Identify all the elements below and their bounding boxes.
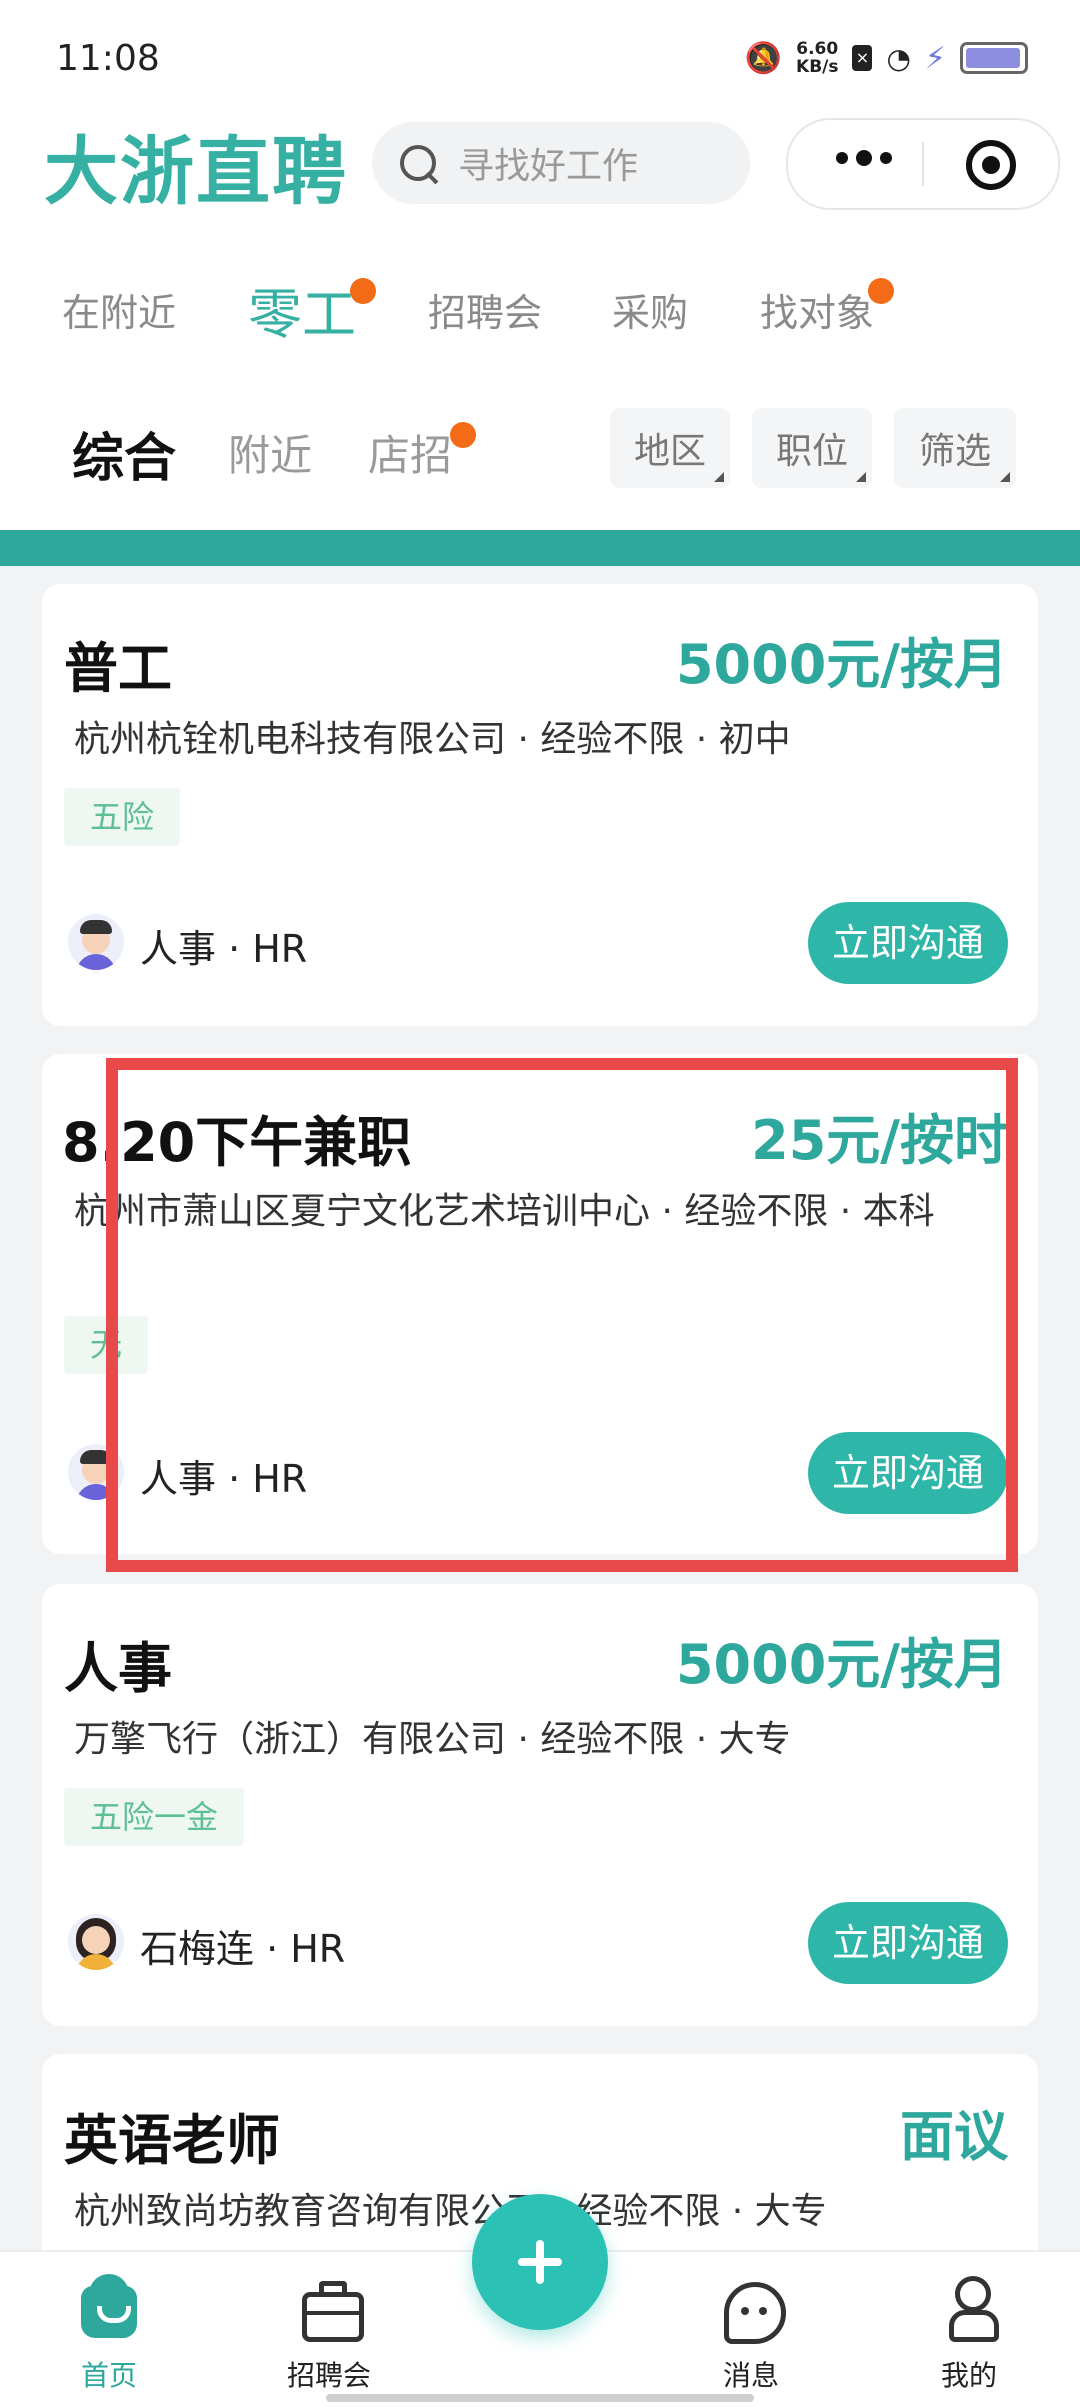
close-target-icon[interactable] bbox=[966, 140, 1016, 190]
miniprogram-capsule bbox=[786, 118, 1060, 210]
subtab-overall[interactable]: 综合 bbox=[72, 416, 176, 491]
nav-label: 我的 bbox=[940, 2359, 997, 2392]
job-card[interactable]: 人事 5000元/按月 万擎飞行（浙江）有限公司 · 经验不限 · 大专 五险一… bbox=[42, 1584, 1038, 2026]
subtab-store[interactable]: 店招 bbox=[368, 422, 452, 483]
more-icon[interactable] bbox=[836, 150, 892, 166]
job-card[interactable]: 普工 5000元/按月 杭州杭铨机电科技有限公司 · 经验不限 · 初中 五险 … bbox=[42, 584, 1038, 1026]
search-input[interactable]: 寻找好工作 bbox=[372, 122, 750, 204]
notification-dot bbox=[350, 278, 376, 304]
message-icon bbox=[724, 2282, 786, 2344]
tab-nearby-area[interactable]: 在附近 bbox=[62, 282, 176, 337]
search-icon bbox=[400, 145, 436, 181]
subtab-nearby[interactable]: 附近 bbox=[228, 422, 312, 483]
chat-now-button[interactable]: 立即沟通 bbox=[808, 902, 1008, 984]
status-time: 11:08 bbox=[56, 38, 160, 79]
recruiter-name: 石梅连 · HR bbox=[140, 1927, 346, 1971]
status-icons: 🔕 6.60 KB/s × ◔ ⚡ bbox=[745, 40, 1028, 76]
recruiter-name: 人事 · HR bbox=[140, 927, 308, 971]
filter-position[interactable]: 职位 bbox=[752, 408, 872, 488]
home-indicator bbox=[326, 2394, 754, 2402]
avatar bbox=[68, 1914, 124, 1970]
benefit-tag: 五险 bbox=[64, 788, 181, 846]
notification-dot bbox=[868, 278, 894, 304]
screen: 11:08 🔕 6.60 KB/s × ◔ ⚡ 大浙直聘 寻找好工作 在附近 零… bbox=[0, 0, 1080, 2408]
battery-icon bbox=[960, 42, 1028, 74]
tab-purchase[interactable]: 采购 bbox=[612, 282, 688, 337]
notification-dot bbox=[450, 422, 476, 448]
job-title: 人事 bbox=[64, 1637, 172, 1700]
selection-highlight-box bbox=[106, 1058, 1018, 1572]
teal-divider bbox=[0, 530, 1080, 566]
mute-bell-icon: 🔕 bbox=[744, 40, 783, 76]
home-icon bbox=[81, 2274, 137, 2338]
avatar bbox=[68, 914, 124, 970]
search-placeholder: 寻找好工作 bbox=[458, 146, 639, 187]
app-brand: 大浙直聘 bbox=[44, 129, 348, 215]
tab-job-fair[interactable]: 招聘会 bbox=[428, 282, 542, 337]
job-title: 普工 bbox=[64, 637, 172, 700]
filter-region[interactable]: 地区 bbox=[610, 408, 730, 488]
benefit-tag: 五险一金 bbox=[64, 1788, 245, 1846]
nav-label: 招聘会 bbox=[286, 2359, 371, 2392]
tab-dating[interactable]: 找对象 bbox=[760, 282, 874, 337]
chat-now-button[interactable]: 立即沟通 bbox=[808, 1902, 1008, 1984]
job-salary: 5000元/按月 bbox=[675, 633, 1008, 696]
charging-icon: ⚡ bbox=[924, 40, 946, 76]
company-info: 杭州杭铨机电科技有限公司 · 经验不限 · 初中 bbox=[74, 719, 791, 760]
add-post-button[interactable] bbox=[472, 2194, 608, 2330]
nav-label: 消息 bbox=[722, 2359, 779, 2392]
job-salary: 5000元/按月 bbox=[675, 1633, 1008, 1696]
job-title: 英语老师 bbox=[64, 2109, 280, 2172]
sim-icon: × bbox=[852, 45, 873, 71]
tab-gig[interactable]: 零工 bbox=[248, 270, 356, 349]
nav-label: 首页 bbox=[80, 2359, 137, 2392]
profile-icon bbox=[949, 2276, 999, 2342]
job-salary: 面议 bbox=[900, 2105, 1008, 2168]
company-info: 万擎飞行（浙江）有限公司 · 经验不限 · 大专 bbox=[74, 1719, 791, 1760]
network-speed: 6.60 KB/s bbox=[796, 39, 839, 77]
filter-more[interactable]: 筛选 bbox=[894, 408, 1016, 488]
wifi-icon: ◔ bbox=[886, 41, 911, 75]
briefcase-icon bbox=[302, 2281, 364, 2342]
